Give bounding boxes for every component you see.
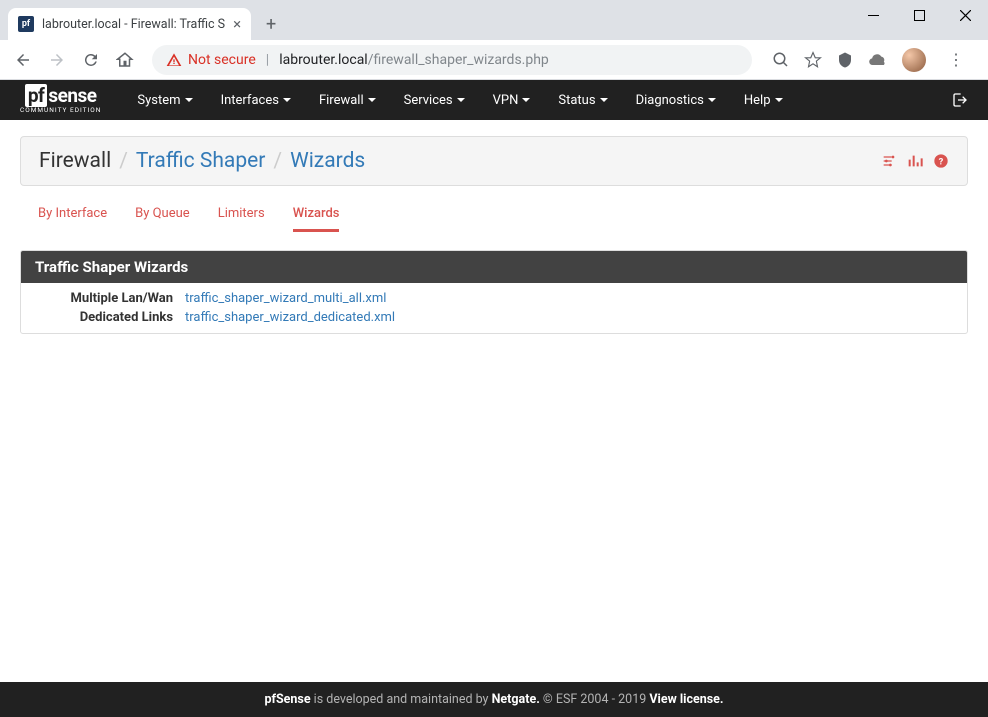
settings-icon[interactable] [881,153,897,169]
nav-vpn[interactable]: VPN [481,80,543,120]
footer-brand: pfSense [264,692,310,707]
panel-title: Traffic Shaper Wizards [21,251,967,283]
breadcrumb: Firewall / Traffic Shaper / Wizards ? [20,136,968,186]
wizard-row: Multiple Lan/Wan traffic_shaper_wizard_m… [35,289,953,308]
wizard-row: Dedicated Links traffic_shaper_wizard_de… [35,308,953,327]
browser-tab[interactable]: pf labrouter.local - Firewall: Traffic S… [8,8,251,40]
nav-diagnostics[interactable]: Diagnostics [624,80,728,120]
address-bar[interactable]: Not secure | labrouter.local/firewall_sh… [152,45,752,75]
browser-titlebar: pf labrouter.local - Firewall: Traffic S… [0,0,988,40]
tab-by-interface[interactable]: By Interface [38,206,107,232]
footer-netgate[interactable]: Netgate. [492,692,540,707]
extension-cloud-icon[interactable] [868,53,888,67]
extension-shield-icon[interactable] [836,51,854,69]
nav-interfaces[interactable]: Interfaces [209,80,303,120]
tab-limiters[interactable]: Limiters [218,206,265,232]
profile-avatar[interactable] [902,48,926,72]
nav-system[interactable]: System [125,80,204,120]
wizard-link-dedicated[interactable]: traffic_shaper_wizard_dedicated.xml [185,310,395,325]
maximize-button[interactable] [896,0,942,30]
tab-by-queue[interactable]: By Queue [135,206,190,232]
status-icon[interactable] [907,153,923,169]
close-tab-icon[interactable]: × [233,15,241,33]
window-controls [850,0,988,30]
minimize-button[interactable] [850,0,896,30]
back-button[interactable] [8,45,38,75]
logout-icon[interactable] [952,92,968,108]
url-text: labrouter.local/firewall_shaper_wizards.… [279,52,549,68]
wizard-label: Multiple Lan/Wan [35,291,185,306]
help-icon[interactable]: ? [933,153,949,169]
breadcrumb-firewall: Firewall [39,149,111,173]
nav-help[interactable]: Help [732,80,795,120]
zoom-icon[interactable] [772,51,790,69]
pfsense-logo[interactable]: pfsense COMMUNITY EDITION [20,86,101,114]
pfsense-navbar: pfsense COMMUNITY EDITION System Interfa… [0,80,988,120]
nav-status[interactable]: Status [546,80,619,120]
home-button[interactable] [110,45,140,75]
nav-services[interactable]: Services [392,80,477,120]
page-content: Firewall / Traffic Shaper / Wizards ? By… [0,120,988,682]
wizard-label: Dedicated Links [35,310,185,325]
wizard-link-multi[interactable]: traffic_shaper_wizard_multi_all.xml [185,291,386,306]
svg-text:?: ? [939,156,944,167]
page-tabs: By Interface By Queue Limiters Wizards [38,206,968,232]
reload-button[interactable] [76,45,106,75]
footer-license-link[interactable]: View license. [649,692,723,707]
warning-icon [166,52,182,68]
breadcrumb-wizards[interactable]: Wizards [290,149,365,173]
tab-title: labrouter.local - Firewall: Traffic S [42,17,225,32]
tab-favicon: pf [18,16,34,32]
footer: pfSense is developed and maintained by N… [0,682,988,717]
nav-firewall[interactable]: Firewall [307,80,388,120]
chrome-menu-icon[interactable]: ⋮ [940,50,972,69]
browser-toolbar: Not secure | labrouter.local/firewall_sh… [0,40,988,80]
forward-button[interactable] [42,45,72,75]
new-tab-button[interactable]: + [257,10,285,38]
breadcrumb-traffic-shaper[interactable]: Traffic Shaper [136,149,266,173]
security-warning: Not secure [166,52,256,68]
wizards-panel: Traffic Shaper Wizards Multiple Lan/Wan … [20,250,968,334]
tab-wizards[interactable]: Wizards [293,206,340,232]
close-window-button[interactable] [942,0,988,30]
bookmark-icon[interactable] [804,51,822,69]
